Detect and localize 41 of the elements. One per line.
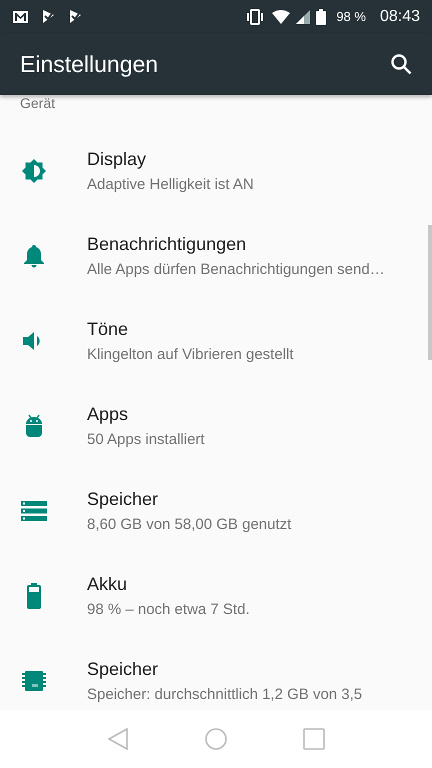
- clock: 08:43: [380, 8, 420, 26]
- storage-icon: [20, 500, 46, 520]
- home-icon[interactable]: [204, 727, 228, 751]
- item-title: Benachrichtigungen: [87, 234, 246, 254]
- back-icon[interactable]: [107, 727, 130, 751]
- check-flag-icon: [41, 9, 56, 24]
- item-summary: Alle Apps dürfen Benachrichtigungen send…: [87, 260, 385, 278]
- mail-icon: [12, 10, 29, 24]
- battery-icon: [316, 8, 326, 24]
- item-title: Apps: [87, 404, 128, 424]
- item-summary: 98 % – noch etwa 7 Std.: [87, 600, 250, 618]
- settings-item[interactable]: Apps 50 Apps installiert: [0, 383, 432, 468]
- item-summary: Klingelton auf Vibrieren gestellt: [87, 346, 294, 362]
- screen-title: Einstellungen: [20, 50, 158, 78]
- search-icon[interactable]: [390, 53, 412, 75]
- battery-icon: [26, 582, 40, 608]
- settings-item[interactable]: Speicher 8,60 GB von 58,00 GB genutzt: [0, 468, 432, 553]
- item-title: Display: [87, 148, 146, 170]
- signal-icon: [296, 10, 310, 24]
- item-summary: Speicher: durchschnittlich 1,2 GB von 3,5: [87, 686, 362, 702]
- settings-item[interactable]: Akku 98 % – noch etwa 7 Std.: [0, 553, 432, 638]
- settings-item[interactable]: Benachrichtigungen Alle Apps dürfen Benachrichtigungen send…: [0, 213, 432, 298]
- brightness-icon: [20, 158, 46, 184]
- bell-icon: [24, 244, 44, 268]
- section-header: Gerät: [20, 95, 56, 111]
- item-title: Speicher: [87, 488, 158, 510]
- settings-item[interactable]: Speicher Speicher: durchschnittlich 1,2 GB von 3,5: [0, 638, 432, 710]
- recents-icon[interactable]: [302, 728, 325, 750]
- item-summary: Adaptive Helligkeit ist AN: [87, 176, 254, 192]
- settings-item[interactable]: Töne Klingelton auf Vibrieren gestellt: [0, 298, 432, 383]
- battery-percent: 98 %: [336, 9, 366, 24]
- item-summary: 8,60 GB von 58,00 GB genutzt: [87, 516, 292, 532]
- check-flag-icon: [68, 9, 83, 24]
- wifi-icon: [272, 10, 290, 24]
- item-summary: 50 Apps installiert: [87, 430, 205, 448]
- chip-icon: [22, 668, 46, 692]
- item-title: Töne: [87, 318, 128, 340]
- settings-item[interactable]: Display Adaptive Helligkeit ist AN: [0, 128, 432, 213]
- item-title: Speicher: [87, 658, 158, 680]
- item-title: Akku: [87, 574, 128, 594]
- robot-icon: [24, 412, 44, 438]
